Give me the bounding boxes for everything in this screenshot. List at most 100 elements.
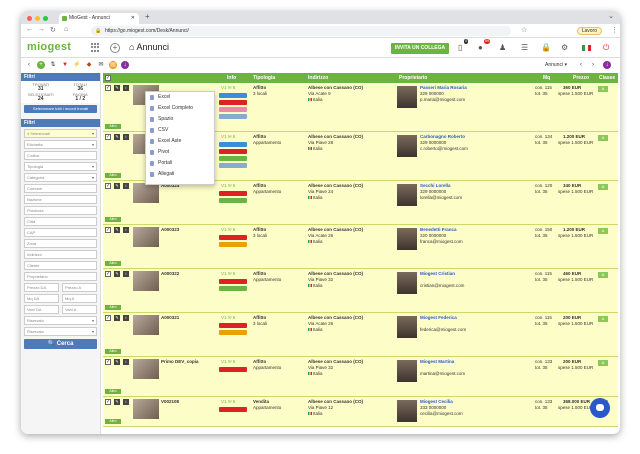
col-mq[interactable]: Mq [543, 73, 550, 83]
home-icon[interactable]: ⌂ [64, 26, 68, 33]
field-cap[interactable]: CAP [24, 228, 97, 237]
export-pivot[interactable]: Pivot [146, 147, 214, 158]
edit-icon[interactable]: ✎ [114, 359, 120, 365]
altro-button[interactable]: Altro [105, 173, 121, 178]
row-checkbox[interactable]: ✓ [105, 399, 111, 405]
edit-icon[interactable]: ✎ [114, 183, 120, 189]
power-icon[interactable]: ⏻ [603, 43, 609, 53]
tab-list-icon[interactable]: ⌄ [608, 12, 614, 20]
export-icon[interactable]: ↓ [121, 61, 129, 69]
property-thumbnail[interactable] [133, 183, 159, 203]
property-thumbnail[interactable] [133, 399, 159, 419]
back-icon[interactable]: ← [26, 26, 33, 33]
altro-button[interactable]: Altro [105, 124, 121, 129]
download-icon[interactable]: ↓ [603, 61, 611, 69]
field-etichetta[interactable]: Etichetta [24, 140, 97, 149]
reserved-select-1[interactable]: Riservato [24, 316, 97, 325]
table-row[interactable]: ✓ ✎ i A000322 V1 ✉ 5 Affitto Appartamento Albes… [103, 269, 618, 313]
field-zona[interactable]: Zona [24, 239, 97, 248]
tag-icon[interactable]: ◆ [85, 61, 93, 69]
listing-code[interactable]: A000323 [161, 227, 179, 233]
table-row[interactable]: ✓ ✎ i V002108 V1 ✉ 5 Vendita Appartamento Albes… [103, 397, 618, 427]
altro-button[interactable]: Altro [105, 261, 121, 266]
mail-icon[interactable]: ✉ [97, 61, 105, 69]
lock-settings-icon[interactable]: 🔒 [541, 43, 551, 52]
reserved-select-2[interactable]: Riservato [24, 327, 97, 336]
col-info[interactable]: Info [227, 73, 236, 83]
user-icon[interactable]: ♟ [499, 43, 506, 52]
chat-icon[interactable] [590, 398, 610, 418]
selected-filter[interactable]: 4 Selezionati [24, 129, 97, 138]
field-cliente[interactable]: Cliente [24, 261, 97, 270]
select-all-checkbox[interactable]: ✓ [105, 75, 111, 81]
alert-icon[interactable]: ● [478, 43, 483, 52]
info-icon[interactable]: i [123, 134, 129, 140]
export-excel-aste[interactable]: Excel Aste [146, 136, 214, 147]
col-tipologia[interactable]: Tipologia [253, 73, 275, 83]
next-page-icon[interactable]: › [589, 61, 597, 69]
info-icon[interactable]: i [123, 315, 129, 321]
italy-flag-icon[interactable] [582, 43, 592, 52]
owner-email[interactable]: c.roberto@miogest.com [420, 146, 468, 152]
phone-icon[interactable]: ▯ [458, 43, 462, 52]
export-excel-completo[interactable]: Excel Completo [146, 103, 214, 114]
row-checkbox[interactable]: ✓ [105, 359, 111, 365]
owner-email[interactable]: federica@miogest.com [420, 327, 466, 333]
profile-button[interactable]: Lavoro [576, 27, 602, 35]
row-checkbox[interactable]: ✓ [105, 227, 111, 233]
edit-icon[interactable]: ✎ [114, 227, 120, 233]
row-checkbox[interactable]: ✓ [105, 183, 111, 189]
listing-code[interactable]: A000321 [161, 315, 179, 321]
add-icon[interactable]: + [37, 61, 45, 69]
owner-name[interactable]: Miogest Martina [420, 359, 454, 365]
row-checkbox[interactable]: ✓ [105, 134, 111, 140]
field-tipologia[interactable]: Tipologia [24, 162, 97, 171]
listing-code[interactable]: Primo DEV_copia [161, 359, 199, 365]
altro-button[interactable]: Altro [105, 349, 121, 354]
table-row[interactable]: ✓ ✎ i A000321 V1 ✉ 5 Affitto 3 locali Albese co… [103, 313, 618, 357]
owner-name[interactable]: Miogest Federica [420, 315, 457, 321]
property-thumbnail[interactable] [133, 227, 159, 247]
add-circle-icon[interactable]: + [110, 43, 120, 53]
listing-code[interactable]: A000322 [161, 271, 179, 277]
vani-to-field[interactable]: Vani A [62, 305, 97, 314]
owner-email[interactable]: lorella@miogest.com [420, 195, 462, 201]
invite-colleague-button[interactable]: INVITA UN COLLEGA [391, 43, 449, 54]
property-thumbnail[interactable] [133, 359, 159, 379]
sliders-icon[interactable]: ☰ [521, 43, 528, 52]
bolt-icon[interactable]: ⚡ [73, 61, 81, 69]
export-excel[interactable]: Excel [146, 92, 214, 103]
field-codice[interactable]: Codice [24, 151, 97, 160]
owner-email[interactable]: franca@miogest.com [420, 239, 463, 245]
listing-code[interactable]: V002108 [161, 399, 179, 405]
col-indirizzo[interactable]: Indirizzo [308, 73, 328, 83]
export-csv[interactable]: CSV [146, 125, 214, 136]
export-spazio[interactable]: Spazio [146, 114, 214, 125]
field-indirizzo[interactable]: Indirizzo [24, 250, 97, 259]
back-arrow-icon[interactable]: ‹ [25, 61, 33, 69]
table-row[interactable]: ✓ ✎ i A000324 V1 ✉ 5 Affitto Appartamento Albes… [103, 181, 618, 225]
info-icon[interactable]: i [123, 85, 129, 91]
browser-tab[interactable]: MioGest - Annunci ✕ [59, 13, 139, 24]
col-proprietario[interactable]: Proprietario [399, 73, 427, 83]
filter-icon[interactable]: ▼ [61, 61, 69, 69]
edit-icon[interactable]: ✎ [114, 85, 120, 91]
export-portali[interactable]: Portali [146, 158, 214, 169]
new-tab-icon[interactable]: + [145, 12, 150, 21]
maximize-window-icon[interactable] [43, 16, 48, 21]
edit-icon[interactable]: ✎ [114, 134, 120, 140]
field-proprietario[interactable]: Proprietario [24, 272, 97, 281]
property-thumbnail[interactable] [133, 271, 159, 291]
altro-button[interactable]: Altro [105, 389, 121, 394]
info-icon[interactable]: i [123, 399, 129, 405]
row-checkbox[interactable]: ✓ [105, 315, 111, 321]
altro-button[interactable]: Altro [105, 419, 121, 424]
owner-name[interactable]: Miogest Cristian [420, 271, 455, 277]
row-checkbox[interactable]: ✓ [105, 271, 111, 277]
reload-icon[interactable]: ↻ [50, 26, 56, 34]
url-input[interactable]: 🔒 https://go.miogest.com/Desk/Annunci/ [91, 26, 511, 36]
edit-icon[interactable]: ✎ [114, 271, 120, 277]
forward-icon[interactable]: → [38, 26, 45, 33]
prev-page-icon[interactable]: ‹ [577, 61, 585, 69]
row-checkbox[interactable]: ✓ [105, 85, 111, 91]
